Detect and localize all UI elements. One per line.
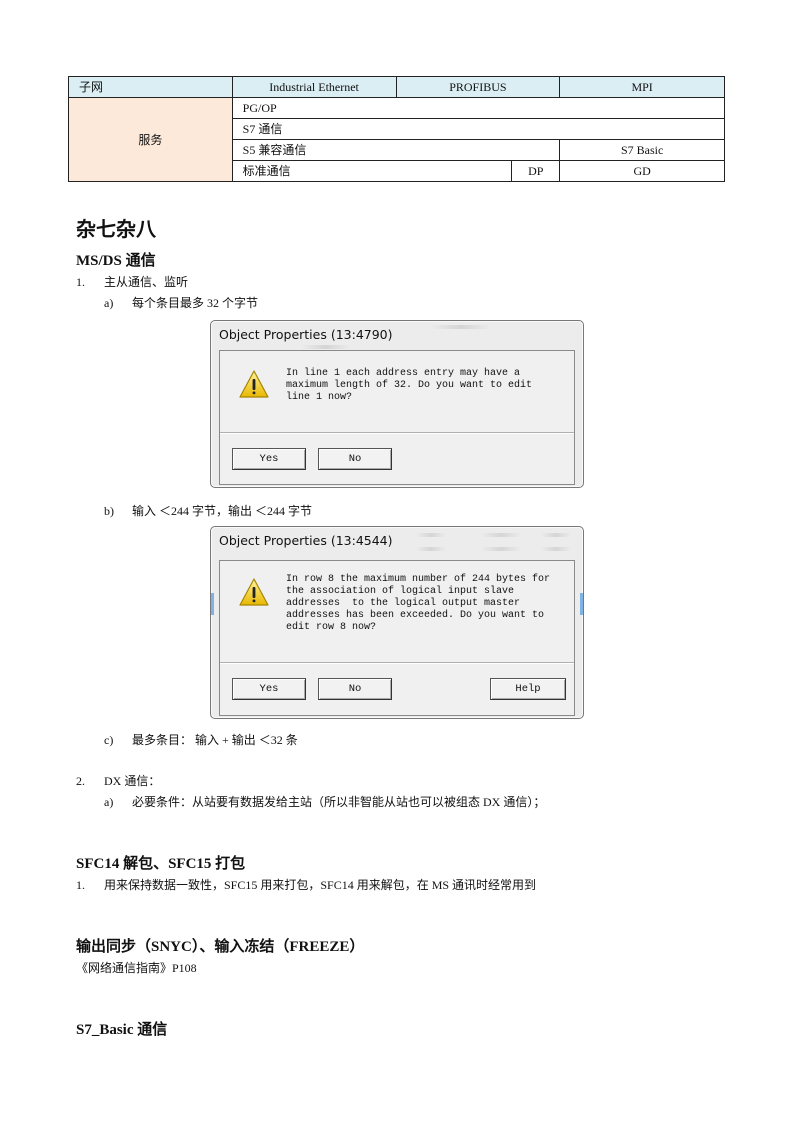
list-item: b) 输入 ＜244 字节，输出 ＜244 字节 [104,502,312,519]
list-item: a) 必要条件：从站要有数据发给主站（所以非智能从站也可以被组态 DX 通信）； [104,793,545,810]
background-blur [541,547,571,551]
object-properties-dialog-1: Object Properties (13:4790) In line 1 ea… [210,320,584,488]
list-item: 1. 用来保持数据一致性，SFC15 用来打包，SFC14 用来解包，在 MS 通… [76,876,536,893]
dialog-separator [220,432,574,434]
dialog-message: In row 8 the maximum number of 244 bytes… [286,574,551,633]
dialog-title: Object Properties (13:4544) [219,533,393,548]
reference-text: 《网络通信指南》P108 [76,961,197,975]
list-number: 1. [76,878,85,892]
cell-s7-basic: S7 Basic [559,139,725,161]
background-blur [481,547,521,551]
header-cell-profibus: PROFIBUS [395,76,561,98]
list-letter: a) [104,296,114,310]
header-cell-subnet: 子网 [68,76,233,98]
background-blur [416,547,446,551]
warning-icon [239,578,269,606]
list-number: 1. [76,275,85,289]
dialog-title: Object Properties (13:4790) [219,327,393,342]
cell-pgop: PG/OP [231,97,726,119]
list-text: DX 通信： [104,774,161,788]
list-text: 输入 ＜244 字节，输出 ＜244 字节 [132,504,313,518]
section-title: 杂七杂八 [76,219,156,241]
background-blur [301,345,351,349]
no-button[interactable]: No [318,448,392,470]
table-row: 服务 PG/OP [68,97,726,182]
background-selection-edge [580,593,583,615]
list-item: a) 每个条目最多 32 个字节 [104,294,258,311]
cell-s5-comm: S5 兼容通信 [231,139,561,161]
object-properties-dialog-2: Object Properties (13:4544) In row 8 the… [210,526,584,719]
heading-ms-ds: MS/DS 通信 [76,253,156,269]
list-letter: a) [104,795,114,809]
header-cell-industrial-ethernet: Industrial Ethernet [231,76,397,98]
background-blur [431,325,491,329]
dialog-separator [220,662,574,664]
heading-s7-basic: S7_Basic 通信 [76,1022,168,1038]
background-selection-edge [211,593,214,615]
cell-dp: DP [511,160,561,182]
cell-s7-comm: S7 通信 [231,118,726,140]
list-letter: c) [104,733,114,747]
background-blur [416,533,446,537]
cell-standard-comm: 标准通信 [231,160,513,182]
dialog-message: In line 1 each address entry may have a … [286,368,533,403]
subnet-service-table: 子网 Industrial Ethernet PROFIBUS MPI 服务 P… [68,76,726,182]
no-button[interactable]: No [318,678,392,700]
list-item: 1. 主从通信、监听 [76,273,188,290]
heading-sync-freeze: 输出同步（SNYC）、输入冻结（FREEZE） [76,939,365,955]
heading-sfc: SFC14 解包、SFC15 打包 [76,856,246,872]
list-item: 2. DX 通信： [76,772,160,789]
background-blur [481,533,521,537]
list-text: 用来保持数据一致性，SFC15 用来打包，SFC14 用来解包，在 MS 通讯时… [104,878,537,892]
dialog-body: In line 1 each address entry may have a … [219,350,575,485]
list-number: 2. [76,774,85,788]
header-cell-mpi: MPI [559,76,725,98]
list-text: 每个条目最多 32 个字节 [132,296,259,310]
cell-gd: GD [559,160,725,182]
dialog-body: In row 8 the maximum number of 244 bytes… [219,560,575,716]
yes-button[interactable]: Yes [232,678,306,700]
list-text: 必要条件：从站要有数据发给主站（所以非智能从站也可以被组态 DX 通信）； [132,795,546,809]
help-button[interactable]: Help [490,678,566,700]
list-letter: b) [104,504,114,518]
warning-icon [239,370,269,398]
service-label-cell: 服务 [68,97,233,182]
list-item: c) 最多条目： 输入 + 输出 ＜32 条 [104,731,298,748]
background-blur [541,533,571,537]
list-text: 主从通信、监听 [104,275,189,289]
list-text: 最多条目： 输入 + 输出 ＜32 条 [132,733,298,747]
yes-button[interactable]: Yes [232,448,306,470]
table-header-row: 子网 Industrial Ethernet PROFIBUS MPI [68,76,725,98]
